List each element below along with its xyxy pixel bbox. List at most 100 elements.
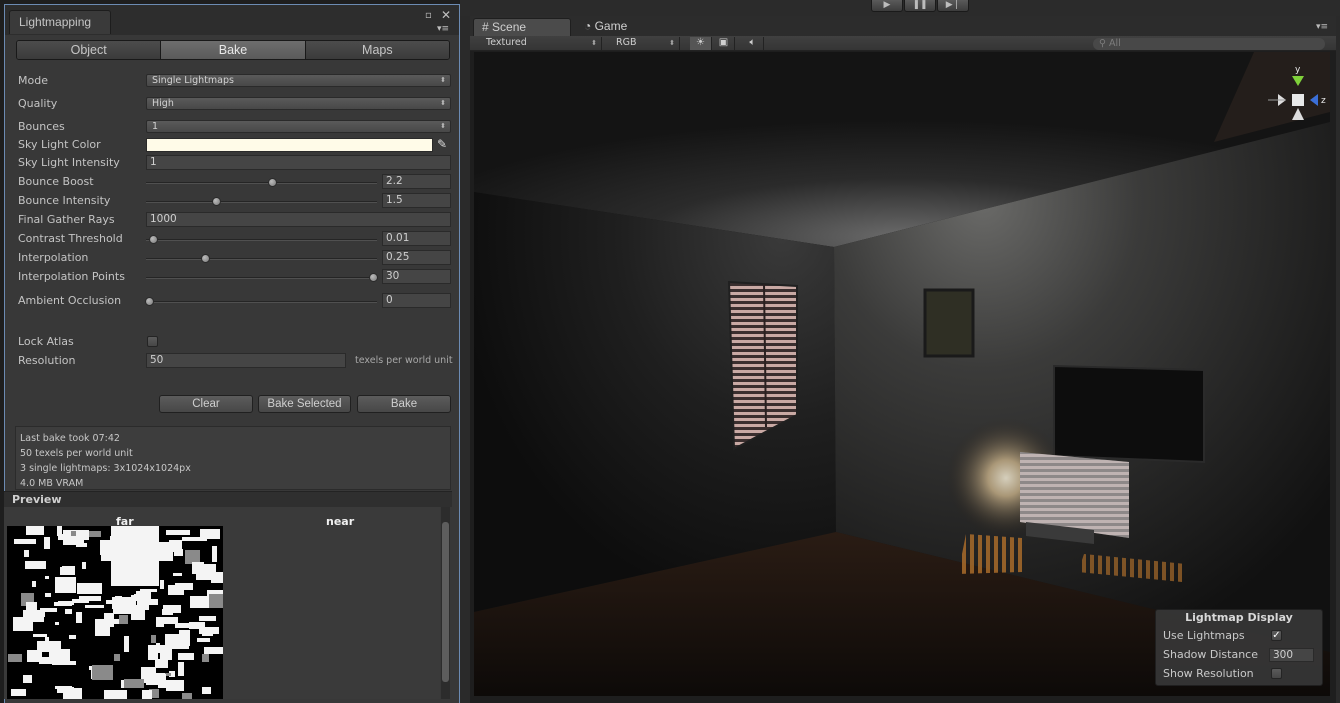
lightmap-chart-block (14, 539, 36, 544)
lightmap-chart-block (156, 617, 178, 624)
use-lightmaps-checkbox[interactable]: ✓ (1271, 630, 1282, 641)
panel-divider[interactable] (460, 16, 470, 703)
show-resolution-checkbox[interactable] (1271, 668, 1282, 679)
final-gather-rays-label: Final Gather Rays (18, 213, 115, 226)
slider-thumb[interactable] (201, 254, 210, 263)
preview-header[interactable]: Preview (4, 491, 452, 507)
resolution-unit: texels per world unit (355, 355, 453, 366)
step-button[interactable]: ▶❘ (937, 0, 969, 12)
lightmap-chart-block (158, 674, 166, 688)
lightmap-chart-block (24, 550, 29, 557)
slider-thumb[interactable] (268, 178, 277, 187)
lightmap-chart-block (55, 577, 76, 593)
interpolation-points-field[interactable]: 30 (382, 269, 451, 284)
eyedropper-icon[interactable]: ✎ (437, 137, 447, 151)
lightmap-chart-block (26, 602, 37, 613)
scene-lighting-toggle[interactable]: ☀ (690, 37, 712, 50)
pause-button[interactable]: ❚❚ (904, 0, 936, 12)
tab-game[interactable]: ◔ Game (576, 18, 656, 36)
bounces-dropdown[interactable]: 1 ⬍ (146, 120, 451, 133)
shadow-distance-field[interactable]: 300 (1269, 648, 1314, 662)
ambient-occlusion-field[interactable]: 0 (382, 293, 451, 308)
preview-scrollbar[interactable] (441, 507, 450, 699)
window-title[interactable]: Lightmapping (9, 10, 111, 34)
lightmap-chart-block (189, 622, 205, 629)
scrollbar-thumb[interactable] (442, 522, 449, 682)
resolution-label: Resolution (18, 354, 76, 367)
gizmo-y-label: y (1295, 65, 1301, 75)
maximize-icon[interactable]: ▫ (425, 11, 432, 21)
lightmap-chart-block (23, 675, 32, 683)
slider-thumb[interactable] (145, 297, 154, 306)
interpolation-label: Interpolation (18, 251, 89, 264)
window-titlebar[interactable]: Lightmapping ▫ ✕ ▾≡ (5, 5, 459, 35)
render-mode-dropdown[interactable]: Textured ⬍ (480, 37, 602, 50)
info-line: Last bake took 07:42 (20, 433, 120, 444)
lightmap-chart-block (168, 585, 184, 595)
interpolation-points-slider[interactable] (146, 273, 378, 282)
ambient-occlusion-slider[interactable] (145, 297, 377, 306)
tab-bake[interactable]: Bake (161, 41, 306, 59)
lightmap-chart-block (202, 654, 209, 662)
mode-dropdown[interactable]: Single Lightmaps ⬍ (146, 74, 451, 87)
resolution-field[interactable]: 50 (146, 353, 346, 368)
slider-thumb[interactable] (212, 197, 221, 206)
bounce-boost-slider[interactable] (146, 178, 377, 187)
scene-audio-toggle[interactable]: 🔈︎ (742, 37, 764, 50)
close-icon[interactable]: ✕ (441, 9, 451, 21)
scene-search-input[interactable]: ⚲ All (1093, 38, 1325, 50)
lightmap-chart-block (151, 635, 156, 643)
lock-atlas-checkbox[interactable] (147, 336, 158, 347)
bake-selected-button[interactable]: Bake Selected (258, 395, 351, 413)
lightmap-chart-block (178, 653, 194, 660)
slider-thumb[interactable] (369, 273, 378, 282)
bounce-intensity-field[interactable]: 1.5 (382, 193, 451, 208)
bounce-boost-label: Bounce Boost (18, 175, 94, 188)
checkmark-icon: ✓ (1272, 630, 1281, 641)
lightmap-chart-block (115, 596, 122, 601)
final-gather-rays-field[interactable]: 1000 (146, 212, 451, 227)
scene-overlay-toggle[interactable]: ▣ (713, 37, 735, 50)
scene-viewport[interactable]: y z Lightmap Display Use Lightmaps ✓ Sha… (474, 52, 1330, 696)
color-mode-value: RGB (616, 37, 637, 48)
preview-area: far near (4, 507, 440, 699)
interpolation-slider[interactable] (146, 254, 377, 263)
panel-menu-icon[interactable]: ▾≡ (1316, 22, 1328, 32)
orientation-gizmo[interactable]: y z (1258, 62, 1330, 132)
lightmap-chart-block (69, 635, 76, 639)
scene-panel: # Scene ◔ Game ▾≡ Textured ⬍ RGB ⬍ ☀ ▣ 🔈︎ … (470, 16, 1336, 703)
tab-maps[interactable]: Maps (305, 41, 449, 59)
panel-menu-icon[interactable]: ▾≡ (437, 24, 449, 34)
tab-scene-label: Scene (492, 20, 527, 34)
bounce-intensity-label: Bounce Intensity (18, 194, 111, 207)
bounces-value: 1 (152, 121, 159, 132)
play-button[interactable]: ▶ (871, 0, 903, 12)
contrast-threshold-field[interactable]: 0.01 (382, 231, 451, 246)
render-mode-value: Textured (486, 37, 527, 48)
lightmap-chart-block (148, 645, 158, 660)
sky-light-intensity-field[interactable]: 1 (146, 155, 451, 170)
sun-icon: ☀ (696, 37, 705, 48)
lightmap-chart-block (71, 531, 76, 536)
lightmap-chart-block (82, 562, 86, 569)
sky-light-color-swatch[interactable] (146, 138, 433, 152)
lightmap-chart-block (173, 573, 182, 576)
bounce-intensity-slider[interactable] (146, 197, 377, 206)
search-icon: ⚲ (1099, 38, 1106, 49)
bake-button[interactable]: Bake (357, 395, 451, 413)
interpolation-field[interactable]: 0.25 (382, 250, 451, 265)
tab-object[interactable]: Object (17, 41, 162, 59)
bounce-boost-field[interactable]: 2.2 (382, 174, 451, 189)
quality-label: Quality (18, 97, 58, 110)
quality-dropdown[interactable]: High ⬍ (146, 97, 451, 110)
window-edge (1336, 16, 1340, 703)
lightmap-chart-block (57, 526, 62, 536)
contrast-threshold-slider[interactable] (146, 235, 377, 244)
tab-scene[interactable]: # Scene (473, 18, 571, 36)
lightmap-thumbnail[interactable] (7, 526, 223, 699)
clear-button[interactable]: Clear (159, 395, 253, 413)
color-mode-dropdown[interactable]: RGB ⬍ (610, 37, 680, 50)
lightmap-chart-block (209, 594, 223, 608)
info-line: 4.0 MB VRAM (20, 478, 84, 489)
slider-thumb[interactable] (149, 235, 158, 244)
